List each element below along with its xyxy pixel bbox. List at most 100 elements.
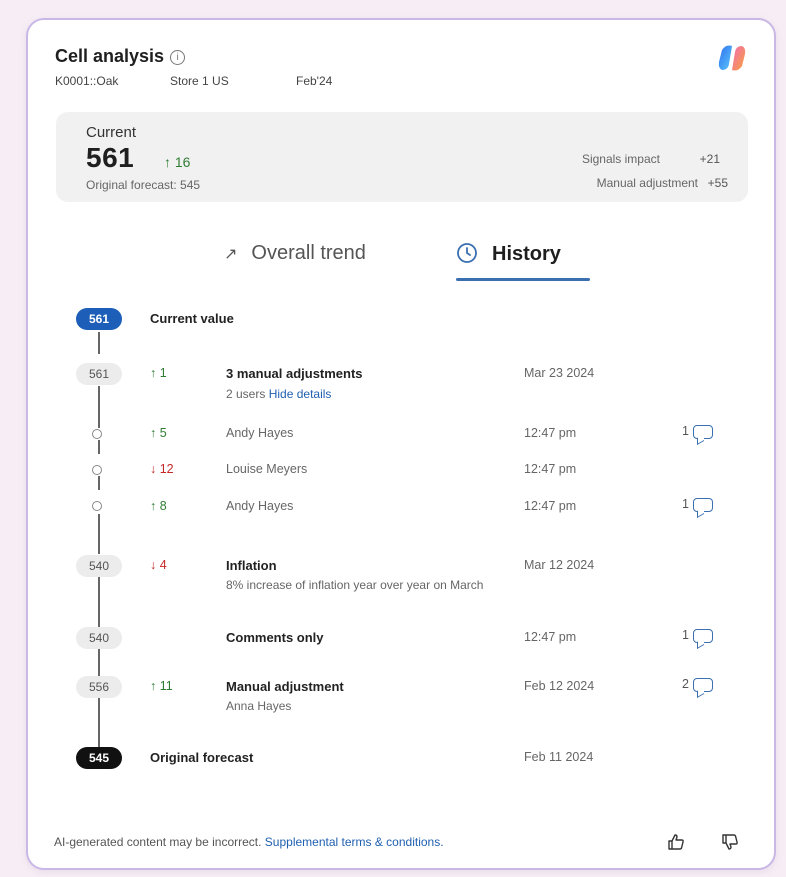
history-description: 8% increase of inflation year over year … [226, 578, 484, 592]
panel-title: Cell analysis i [55, 46, 186, 67]
timeline-connector [98, 648, 100, 678]
history-delta: ↑ 8 [150, 499, 167, 513]
history-date: Feb 12 2024 [524, 679, 595, 693]
comment-icon [692, 628, 713, 643]
tab-history[interactable]: History [456, 242, 561, 266]
arrow-up-icon: ↑ [150, 499, 157, 513]
store-label: Store 1 US [170, 74, 229, 88]
disclaimer: AI-generated content may be incorrect. S… [54, 835, 444, 849]
history-delta: ↑ 1 [150, 366, 167, 380]
timeline-connector [98, 476, 100, 490]
history-user: Andy Hayes [226, 426, 294, 440]
comment-icon [692, 677, 713, 692]
tab-overall-trend[interactable]: ↗ Overall trend [224, 242, 366, 265]
comments-button[interactable]: 1 [682, 628, 713, 643]
comments-count: 1 [682, 497, 689, 511]
timeline-node [92, 465, 102, 475]
history-title: Comments only [226, 630, 324, 645]
tab-history-label: History [492, 243, 561, 265]
timeline-connector [98, 332, 100, 354]
history-badge: 561 [76, 363, 122, 385]
hide-details-link[interactable]: Hide details [269, 387, 332, 401]
arrow-down-icon: ↓ [150, 558, 157, 572]
thumbs-up-icon[interactable] [666, 832, 686, 852]
original-forecast-badge: 545 [76, 747, 122, 769]
timeline-connector [98, 440, 100, 454]
current-label: Current [86, 124, 137, 141]
history-date: Mar 23 2024 [524, 366, 595, 380]
comments-count: 1 [682, 628, 689, 642]
arrow-up-icon: ↑ [150, 366, 157, 380]
history-badge: 540 [76, 555, 122, 577]
period-label: Feb'24 [296, 74, 333, 88]
history-user: Anna Hayes [226, 699, 292, 713]
history-title: Manual adjustment [226, 679, 344, 694]
current-delta-value: 16 [174, 154, 191, 170]
manual-adjustment-label: Manual adjustment [596, 176, 698, 190]
info-icon[interactable]: i [170, 50, 186, 65]
comments-count: 1 [682, 424, 689, 438]
current-delta: ↑ 16 [164, 154, 190, 170]
signals-impact-value: +21 [699, 152, 720, 166]
timeline-connector [98, 697, 100, 747]
history-date: Feb 11 2024 [524, 750, 594, 764]
clock-icon [457, 243, 477, 263]
original-forecast-label: Original forecast [150, 750, 254, 765]
tab-overall-trend-label: Overall trend [251, 242, 366, 264]
history-user: Andy Hayes [226, 499, 294, 513]
history-user: Louise Meyers [226, 462, 308, 476]
trend-arrow-icon: ↗ [224, 246, 238, 263]
timeline-node [92, 429, 102, 439]
original-forecast-text: Original forecast: 545 [86, 178, 201, 192]
comments-count: 2 [682, 677, 689, 691]
history-delta: ↑ 5 [150, 426, 167, 440]
history-title: 3 manual adjustments [226, 366, 363, 381]
delta-value: 12 [159, 462, 174, 476]
delta-value: 8 [159, 499, 167, 513]
sku-label: K0001::Oak [55, 74, 119, 88]
timeline-connector [98, 577, 100, 627]
cell-analysis-card: Cell analysis i K0001::Oak Store 1 US Feb… [26, 18, 776, 870]
arrow-up-icon: ↑ [150, 426, 157, 440]
manual-adjustment-value: +55 [707, 176, 728, 190]
current-value-label: Current value [150, 311, 234, 326]
disclaimer-text: AI-generated content may be incorrect. [54, 835, 262, 849]
history-time: 12:47 pm [524, 462, 577, 476]
current-value-badge: 561 [76, 308, 122, 330]
history-title: Inflation [226, 558, 277, 573]
history-delta: ↓ 12 [150, 462, 174, 476]
delta-value: 11 [159, 679, 173, 693]
timeline-node [92, 501, 102, 511]
comments-button[interactable]: 2 [682, 677, 713, 692]
timeline-connector [98, 386, 100, 428]
history-time: 12:47 pm [524, 499, 577, 513]
current-value: 561 [86, 142, 135, 173]
history-badge: 556 [76, 676, 122, 698]
history-delta: ↓ 4 [150, 558, 167, 572]
active-tab-indicator [456, 278, 590, 281]
comments-button[interactable]: 1 [682, 497, 713, 512]
users-count: 2 users [226, 387, 266, 401]
delta-value: 5 [159, 426, 167, 440]
comment-icon [692, 497, 713, 512]
signals-impact-label: Signals impact [581, 152, 660, 166]
history-time: 12:47 pm [524, 426, 577, 440]
terms-link[interactable]: Supplemental terms & conditions. [265, 835, 444, 849]
current-summary: Current 561 ↑ 16 Original forecast: 545 … [56, 112, 748, 202]
comment-icon [692, 424, 713, 439]
arrow-down-icon: ↓ [150, 462, 157, 476]
history-badge: 540 [76, 627, 122, 649]
copilot-icon[interactable] [716, 42, 748, 74]
arrow-up-icon: ↑ [164, 154, 171, 170]
history-date: Mar 12 2024 [524, 558, 595, 572]
thumbs-down-icon[interactable] [720, 832, 740, 852]
arrow-up-icon: ↑ [150, 679, 157, 693]
history-subtitle: 2 users Hide details [226, 387, 331, 401]
delta-value: 1 [159, 366, 167, 380]
history-time: 12:47 pm [524, 630, 577, 644]
history-delta: ↑ 11 [150, 679, 173, 693]
delta-value: 4 [159, 558, 167, 572]
timeline-connector [98, 514, 100, 554]
comments-button[interactable]: 1 [682, 424, 713, 439]
panel-title-text: Cell analysis [55, 46, 165, 66]
